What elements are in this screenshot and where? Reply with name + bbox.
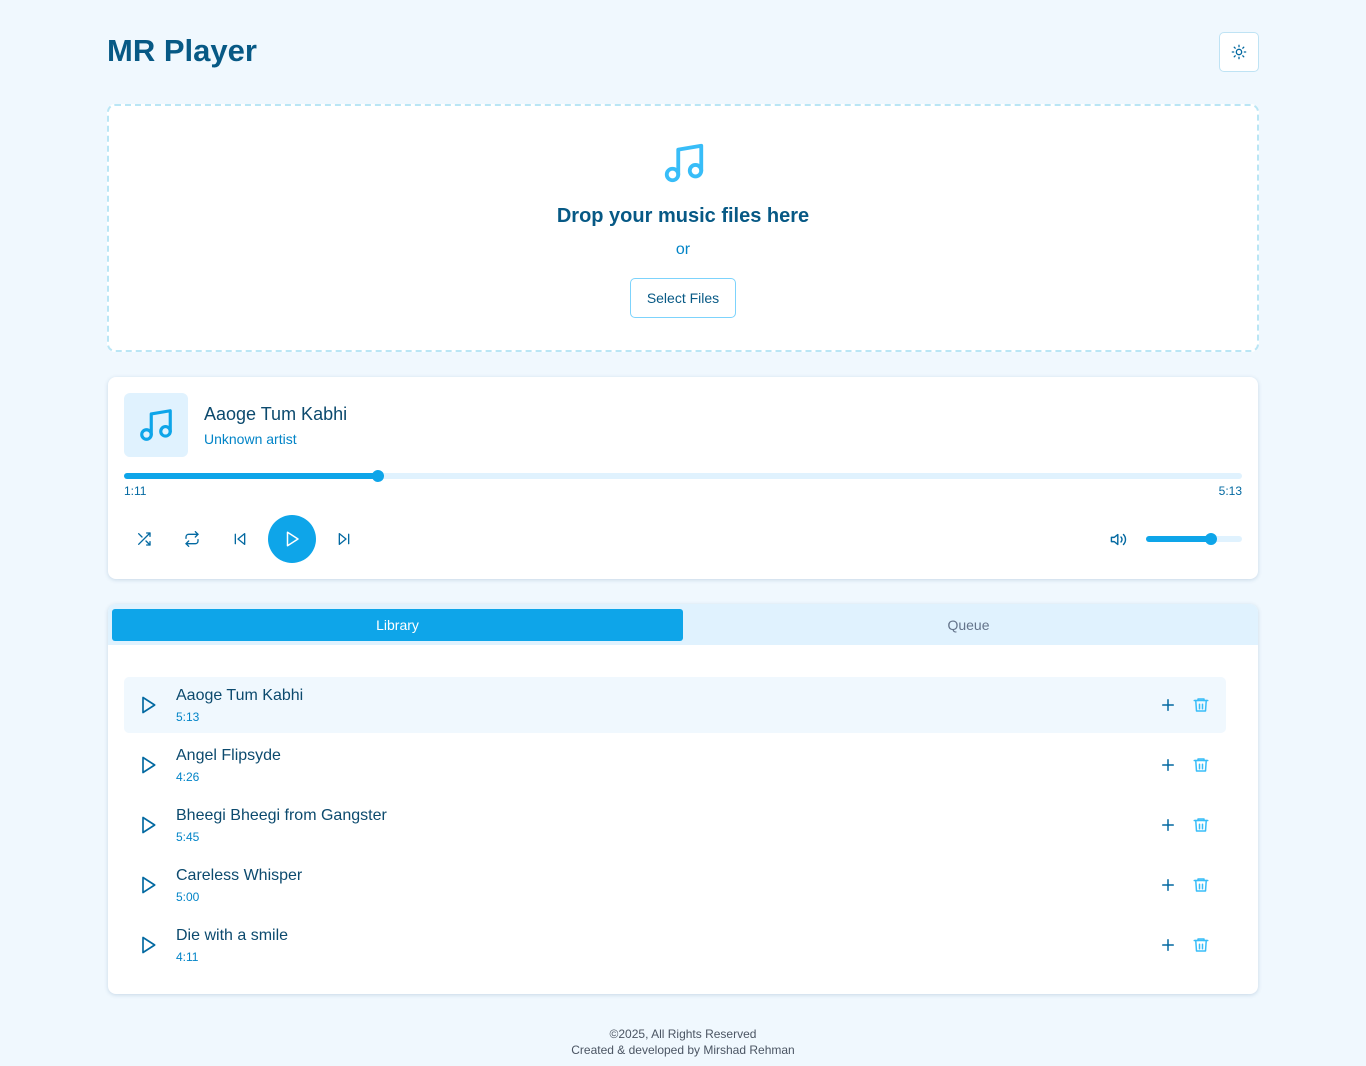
play-icon[interactable] [138,815,158,835]
tab-library[interactable]: Library [112,609,683,641]
skip-forward-icon [338,533,350,545]
app-title: MR Player [107,33,257,68]
track-title: Careless Whisper [176,867,303,884]
track-row[interactable]: Aaoge Tum Kabhi 5:13 [124,677,1226,733]
repeat-icon [185,531,199,547]
track-row[interactable]: Die with a smile 4:11 [124,917,1226,973]
play-icon[interactable] [138,875,158,895]
select-files-button[interactable]: Select Files [630,278,736,318]
album-art [124,393,188,457]
track-duration: 4:26 [176,770,200,784]
volume-button[interactable] [1102,523,1134,555]
trash-icon[interactable] [1192,816,1210,834]
play-icon[interactable] [138,755,158,775]
track-row[interactable]: Angel Flipsyde 4:26 [124,737,1226,793]
shuffle-button[interactable] [128,523,160,555]
track-duration: 4:11 [176,950,199,964]
drop-or-text: or [675,241,691,258]
track-duration: 5:13 [176,710,200,724]
volume-icon [1110,533,1126,545]
now-playing-artist: Unknown artist [204,431,297,447]
progress-thumb[interactable] [371,470,384,482]
volume-slider[interactable] [1146,533,1242,545]
previous-button[interactable] [224,523,256,555]
repeat-button[interactable] [176,523,208,555]
track-duration: 5:45 [176,830,200,844]
track-row[interactable]: Bheegi Bheegi from Gangster 5:45 [124,797,1226,853]
current-time: 1:11 [124,484,147,498]
tab-bar: Library Queue [108,604,1258,645]
plus-icon[interactable] [1159,936,1177,954]
theme-toggle-button[interactable] [1219,32,1259,72]
play-pause-button[interactable] [268,515,316,563]
play-icon [286,531,299,547]
track-duration: 5:00 [176,890,200,904]
footer-copyright: ©2025, All Rights Reserved [609,1027,757,1041]
plus-icon[interactable] [1159,876,1177,894]
play-icon[interactable] [138,935,158,955]
music-note-icon [140,409,172,441]
volume-fill [1146,536,1212,542]
track-title: Die with a smile [176,927,289,944]
total-time: 5:13 [1218,484,1242,498]
library-panel: Library Queue Aaoge Tum Kabhi 5:13 Angel… [108,604,1258,994]
trash-icon[interactable] [1192,756,1210,774]
sun-icon [1231,44,1247,60]
trash-icon[interactable] [1192,936,1210,954]
track-row[interactable]: Careless Whisper 5:00 [124,857,1226,913]
drop-title: Drop your music files here [556,205,810,227]
plus-icon[interactable] [1159,816,1177,834]
play-icon[interactable] [138,695,158,715]
progress-bar[interactable] [124,470,1242,482]
trash-icon[interactable] [1192,696,1210,714]
track-title: Bheegi Bheegi from Gangster [176,807,387,824]
progress-fill [124,473,378,479]
trash-icon[interactable] [1192,876,1210,894]
next-button[interactable] [328,523,360,555]
skip-back-icon [234,533,246,545]
plus-icon[interactable] [1159,696,1177,714]
shuffle-icon [138,532,151,546]
track-title: Aaoge Tum Kabhi [176,687,304,704]
track-title: Angel Flipsyde [176,747,281,764]
now-playing-title: Aaoge Tum Kabhi [204,404,348,424]
plus-icon[interactable] [1159,756,1177,774]
footer-credit: Created & developed by Mirshad Rehman [571,1043,795,1057]
tab-queue[interactable]: Queue [683,609,1254,641]
music-note-icon [664,143,704,183]
